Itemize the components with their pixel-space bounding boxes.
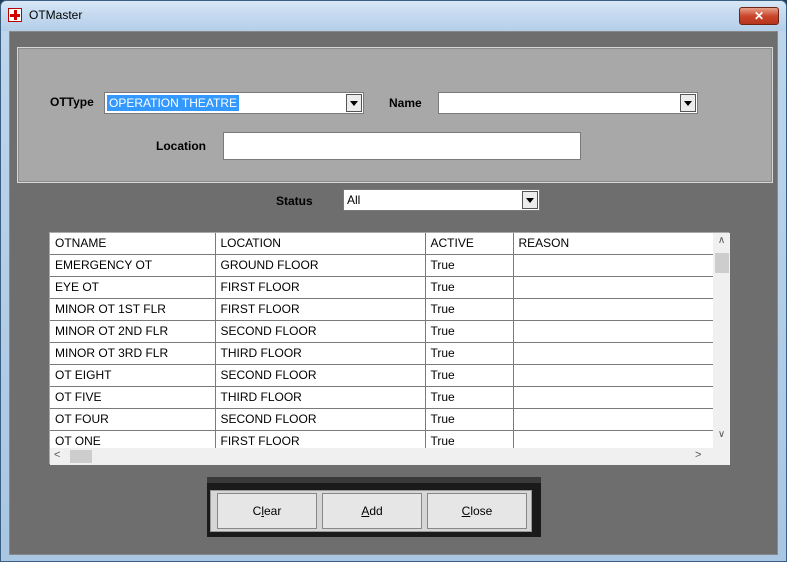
cell-otname[interactable]: OT FIVE <box>50 386 216 409</box>
red-cross-icon <box>8 8 22 22</box>
cell-otname[interactable]: MINOR OT 2ND FLR <box>50 320 216 343</box>
ot-grid[interactable]: OTNAME LOCATION ACTIVE REASON EMERGENCY … <box>49 232 730 465</box>
name-label: Name <box>389 96 422 110</box>
cell-active[interactable]: True <box>425 386 514 409</box>
client-area: OTType OPERATION THEATRE Name Location S… <box>9 31 778 555</box>
cell-reason[interactable] <box>513 364 714 387</box>
column-header-reason[interactable]: REASON <box>513 233 714 255</box>
button-panel: Clear Add Close <box>207 477 541 537</box>
horizontal-scrollbar[interactable]: < > <box>50 448 713 465</box>
cell-otname[interactable]: OT FOUR <box>50 408 216 431</box>
chevron-right-icon[interactable]: > <box>695 449 701 461</box>
cell-location[interactable]: SECOND FLOOR <box>215 408 426 431</box>
ottype-label: OTType <box>50 95 94 109</box>
table-row[interactable]: OT EIGHT SECOND FLOOR True <box>50 364 714 387</box>
cell-location[interactable]: THIRD FLOOR <box>215 342 426 365</box>
cell-otname[interactable]: OT EIGHT <box>50 364 216 387</box>
cell-active[interactable]: True <box>425 364 514 387</box>
table-row[interactable]: OT FOUR SECOND FLOOR True <box>50 408 714 431</box>
table-row[interactable]: OT FIVE THIRD FLOOR True <box>50 386 714 409</box>
column-header-location[interactable]: LOCATION <box>215 233 426 255</box>
chevron-down-icon[interactable] <box>346 94 362 112</box>
cell-active[interactable]: True <box>425 320 514 343</box>
table-row[interactable]: MINOR OT 2ND FLR SECOND FLOOR True <box>50 320 714 343</box>
chevron-left-icon[interactable]: < <box>54 449 60 461</box>
cell-location[interactable]: SECOND FLOOR <box>215 320 426 343</box>
chevron-down-icon[interactable] <box>522 191 538 209</box>
table-row[interactable]: MINOR OT 1ST FLR FIRST FLOOR True <box>50 298 714 321</box>
cell-otname[interactable]: EMERGENCY OT <box>50 254 216 277</box>
vertical-scrollbar[interactable]: ∧ ∨ <box>713 233 730 448</box>
table-header-row: OTNAME LOCATION ACTIVE REASON <box>50 233 714 255</box>
chevron-down-icon[interactable] <box>680 94 696 112</box>
vertical-scroll-thumb[interactable] <box>715 253 729 273</box>
status-label: Status <box>276 194 313 208</box>
scrollbar-corner <box>713 448 730 465</box>
window-title: OTMaster <box>29 8 83 22</box>
filter-panel: OTType OPERATION THEATRE Name Location <box>17 47 773 183</box>
add-button[interactable]: Add <box>322 493 422 529</box>
table-row[interactable]: EYE OT FIRST FLOOR True <box>50 276 714 299</box>
cell-location[interactable]: FIRST FLOOR <box>215 276 426 299</box>
close-icon: ✕ <box>753 9 765 23</box>
status-select[interactable]: All <box>343 189 540 211</box>
column-header-otname[interactable]: OTNAME <box>50 233 216 255</box>
button-bar: Clear Add Close <box>210 490 532 532</box>
cell-otname[interactable]: MINOR OT 3RD FLR <box>50 342 216 365</box>
cell-reason[interactable] <box>513 298 714 321</box>
cell-location[interactable]: GROUND FLOOR <box>215 254 426 277</box>
cell-reason[interactable] <box>513 276 714 299</box>
chevron-down-icon[interactable]: ∨ <box>713 429 730 443</box>
table-row[interactable]: MINOR OT 3RD FLR THIRD FLOOR True <box>50 342 714 365</box>
name-select[interactable] <box>438 92 698 114</box>
cell-reason[interactable] <box>513 342 714 365</box>
cell-location[interactable]: FIRST FLOOR <box>215 298 426 321</box>
cell-otname[interactable]: EYE OT <box>50 276 216 299</box>
cell-otname[interactable]: MINOR OT 1ST FLR <box>50 298 216 321</box>
chevron-up-icon[interactable]: ∧ <box>713 235 730 249</box>
cell-active[interactable]: True <box>425 342 514 365</box>
cell-reason[interactable] <box>513 386 714 409</box>
ottype-value: OPERATION THEATRE <box>107 95 240 111</box>
column-header-active[interactable]: ACTIVE <box>425 233 514 255</box>
cell-reason[interactable] <box>513 254 714 277</box>
cell-active[interactable]: True <box>425 298 514 321</box>
ottype-select[interactable]: OPERATION THEATRE <box>104 92 364 114</box>
status-value: All <box>347 193 361 207</box>
table-row[interactable]: EMERGENCY OT GROUND FLOOR True <box>50 254 714 277</box>
ot-table: OTNAME LOCATION ACTIVE REASON EMERGENCY … <box>50 233 714 453</box>
cell-location[interactable]: THIRD FLOOR <box>215 386 426 409</box>
cell-reason[interactable] <box>513 320 714 343</box>
cell-active[interactable]: True <box>425 408 514 431</box>
otmaster-window: OTMaster ✕ OTType OPERATION THEATRE Name… <box>0 0 787 562</box>
location-input[interactable] <box>223 132 581 160</box>
cell-active[interactable]: True <box>425 254 514 277</box>
cell-active[interactable]: True <box>425 276 514 299</box>
cell-reason[interactable] <box>513 408 714 431</box>
close-window-button[interactable]: ✕ <box>739 7 779 25</box>
clear-button[interactable]: Clear <box>217 493 317 529</box>
horizontal-scroll-thumb[interactable] <box>70 450 92 463</box>
cell-location[interactable]: SECOND FLOOR <box>215 364 426 387</box>
close-button[interactable]: Close <box>427 493 527 529</box>
location-label: Location <box>156 139 206 153</box>
title-bar[interactable]: OTMaster ✕ <box>1 1 786 31</box>
